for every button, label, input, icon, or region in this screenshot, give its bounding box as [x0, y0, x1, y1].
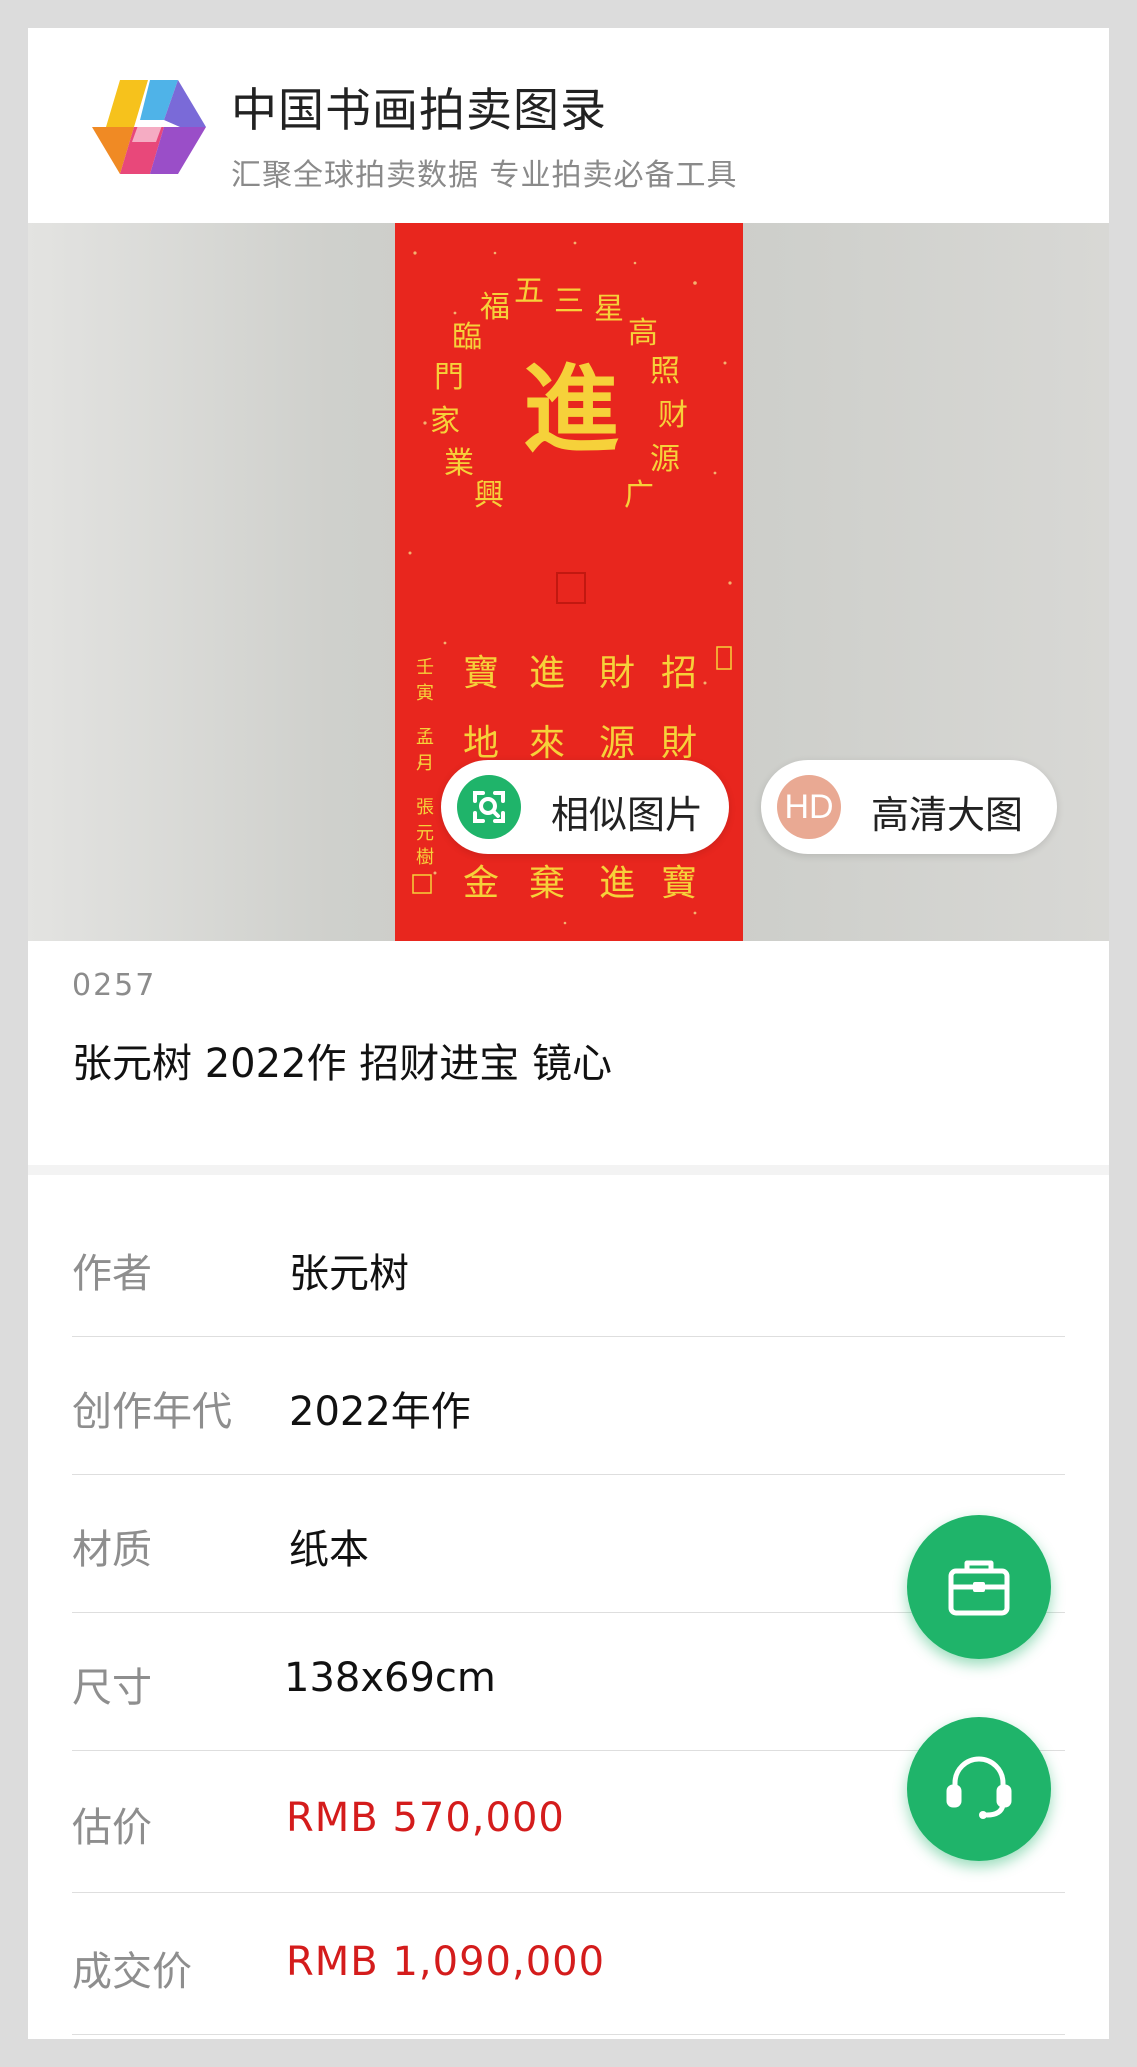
svg-text:孟: 孟	[416, 727, 434, 748]
section-divider	[28, 1165, 1109, 1175]
detail-label: 材质	[72, 1527, 152, 1573]
svg-text:地: 地	[463, 723, 499, 764]
detail-row-author: 作者 张元树	[72, 1175, 1065, 1337]
app-title: 中国书画拍卖图录	[231, 83, 607, 137]
svg-text:進: 進	[529, 653, 565, 694]
svg-text:福: 福	[480, 290, 510, 325]
customer-service-button[interactable]	[907, 1717, 1051, 1861]
similar-images-button[interactable]: 相似图片	[441, 760, 729, 854]
detail-label: 成交价	[72, 1949, 192, 1995]
detail-label: 估价	[72, 1805, 152, 1851]
artwork-image-area[interactable]: 三星高 照财源 广五福 臨門家 業興 進 招財進寶 財源廣進 進來萬棄 寶地生金…	[28, 223, 1109, 941]
svg-text:高: 高	[628, 316, 658, 351]
svg-text:星: 星	[594, 292, 624, 327]
hd-image-button[interactable]: HD 高清大图	[761, 760, 1057, 854]
svg-text:進: 進	[599, 863, 635, 904]
hd-image-label: 高清大图	[871, 793, 1024, 837]
detail-label: 创作年代	[72, 1389, 232, 1435]
svg-text:金: 金	[463, 863, 499, 904]
similar-images-label: 相似图片	[551, 793, 704, 837]
lot-title: 张元树 2022作 招财进宝 镜心	[72, 1041, 612, 1087]
app-subtitle: 汇聚全球拍卖数据 专业拍卖必备工具	[231, 158, 738, 193]
hammer-price: RMB 1,090,000	[286, 1939, 606, 1985]
svg-text:進: 進	[523, 353, 619, 466]
app-header: 中国书画拍卖图录 汇聚全球拍卖数据 专业拍卖必备工具	[28, 28, 1109, 223]
svg-text:元: 元	[416, 823, 434, 844]
svg-text:財: 財	[599, 653, 635, 694]
svg-text:广: 广	[624, 478, 654, 513]
lot-number: 0257	[72, 968, 157, 1003]
briefcase-icon	[948, 1560, 1010, 1616]
svg-text:月: 月	[416, 753, 434, 774]
detail-value: 张元树	[289, 1251, 409, 1297]
detail-value: 138x69cm	[284, 1655, 496, 1701]
svg-text:門: 門	[434, 360, 464, 395]
detail-row-hammer-price: 成交价 RMB 1,090,000	[72, 1893, 1065, 2035]
detail-row-year: 创作年代 2022年作	[72, 1337, 1065, 1475]
svg-text:源: 源	[599, 723, 635, 764]
svg-text:寅: 寅	[416, 683, 434, 704]
hexagon-logo-icon	[92, 80, 206, 174]
svg-text:棄: 棄	[529, 863, 565, 904]
svg-text:照: 照	[650, 354, 680, 389]
svg-text:壬: 壬	[416, 657, 434, 678]
detail-label: 尺寸	[72, 1665, 152, 1711]
svg-text:業: 業	[444, 446, 474, 481]
svg-text:來: 來	[529, 723, 565, 764]
svg-text:財: 財	[661, 723, 697, 764]
svg-text:财: 财	[658, 398, 688, 433]
detail-value: 2022年作	[289, 1389, 471, 1435]
estimate-price: RMB 570,000	[286, 1795, 565, 1841]
svg-text:五: 五	[514, 274, 544, 309]
headset-icon	[946, 1756, 1012, 1819]
svg-text:寶: 寶	[463, 653, 499, 694]
svg-text:三: 三	[554, 284, 584, 319]
svg-text:興: 興	[474, 478, 504, 513]
hd-badge-icon: HD	[777, 775, 841, 839]
svg-text:寶: 寶	[661, 863, 697, 904]
detail-label: 作者	[72, 1251, 152, 1297]
page-card: 中国书画拍卖图录 汇聚全球拍卖数据 专业拍卖必备工具 三星高 照财源 广 五 福…	[28, 28, 1109, 2039]
svg-text:張: 張	[416, 797, 434, 818]
detail-value: 纸本	[289, 1527, 369, 1573]
briefcase-button[interactable]	[907, 1515, 1051, 1659]
scan-icon	[457, 775, 521, 839]
svg-text:樹: 樹	[416, 847, 434, 868]
svg-text:臨: 臨	[452, 320, 482, 355]
svg-text:招: 招	[661, 653, 697, 694]
svg-text:家: 家	[430, 404, 460, 439]
svg-text:源: 源	[650, 442, 680, 477]
